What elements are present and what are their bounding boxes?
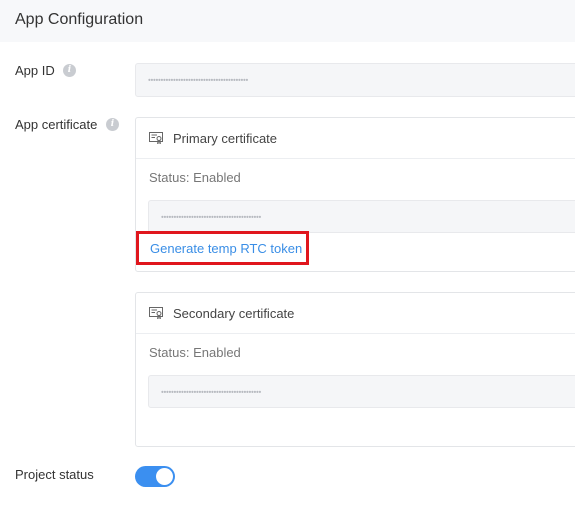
page-title: App Configuration: [15, 11, 144, 28]
app-id-field[interactable]: ••••••••••••••••••••••••••••••••••••••••: [135, 63, 575, 97]
page-header: App Configuration: [0, 0, 575, 42]
app-id-label: App ID: [15, 63, 55, 78]
primary-certificate-status: Status: Enabled: [149, 170, 241, 185]
generate-temp-rtc-token-link[interactable]: Generate temp RTC token: [150, 241, 302, 256]
certificate-icon: [149, 132, 163, 144]
certificate-icon: [149, 307, 163, 319]
primary-certificate-value: ••••••••••••••••••••••••••••••••••••••••: [161, 212, 262, 221]
toggle-knob: [156, 468, 173, 485]
secondary-certificate-title: Secondary certificate: [173, 306, 295, 321]
info-icon[interactable]: i: [106, 118, 119, 131]
primary-certificate-title: Primary certificate: [173, 131, 278, 146]
primary-certificate-header: Primary certificate: [136, 118, 575, 159]
generate-temp-rtc-token-highlight: Generate temp RTC token: [136, 231, 309, 265]
secondary-certificate-header: Secondary certificate: [136, 293, 575, 334]
secondary-certificate-value: ••••••••••••••••••••••••••••••••••••••••: [161, 387, 262, 396]
info-icon[interactable]: i: [63, 64, 76, 77]
app-id-value: ••••••••••••••••••••••••••••••••••••••••: [148, 75, 249, 85]
project-status-label: Project status: [15, 467, 94, 482]
secondary-certificate-card: Secondary certificate Status: Enabled ••…: [135, 292, 575, 447]
app-certificate-label: App certificate: [15, 117, 98, 132]
secondary-certificate-field[interactable]: ••••••••••••••••••••••••••••••••••••••••: [148, 375, 575, 408]
primary-certificate-field[interactable]: ••••••••••••••••••••••••••••••••••••••••: [148, 200, 575, 233]
secondary-certificate-status: Status: Enabled: [149, 345, 241, 360]
project-status-toggle[interactable]: [135, 466, 175, 487]
